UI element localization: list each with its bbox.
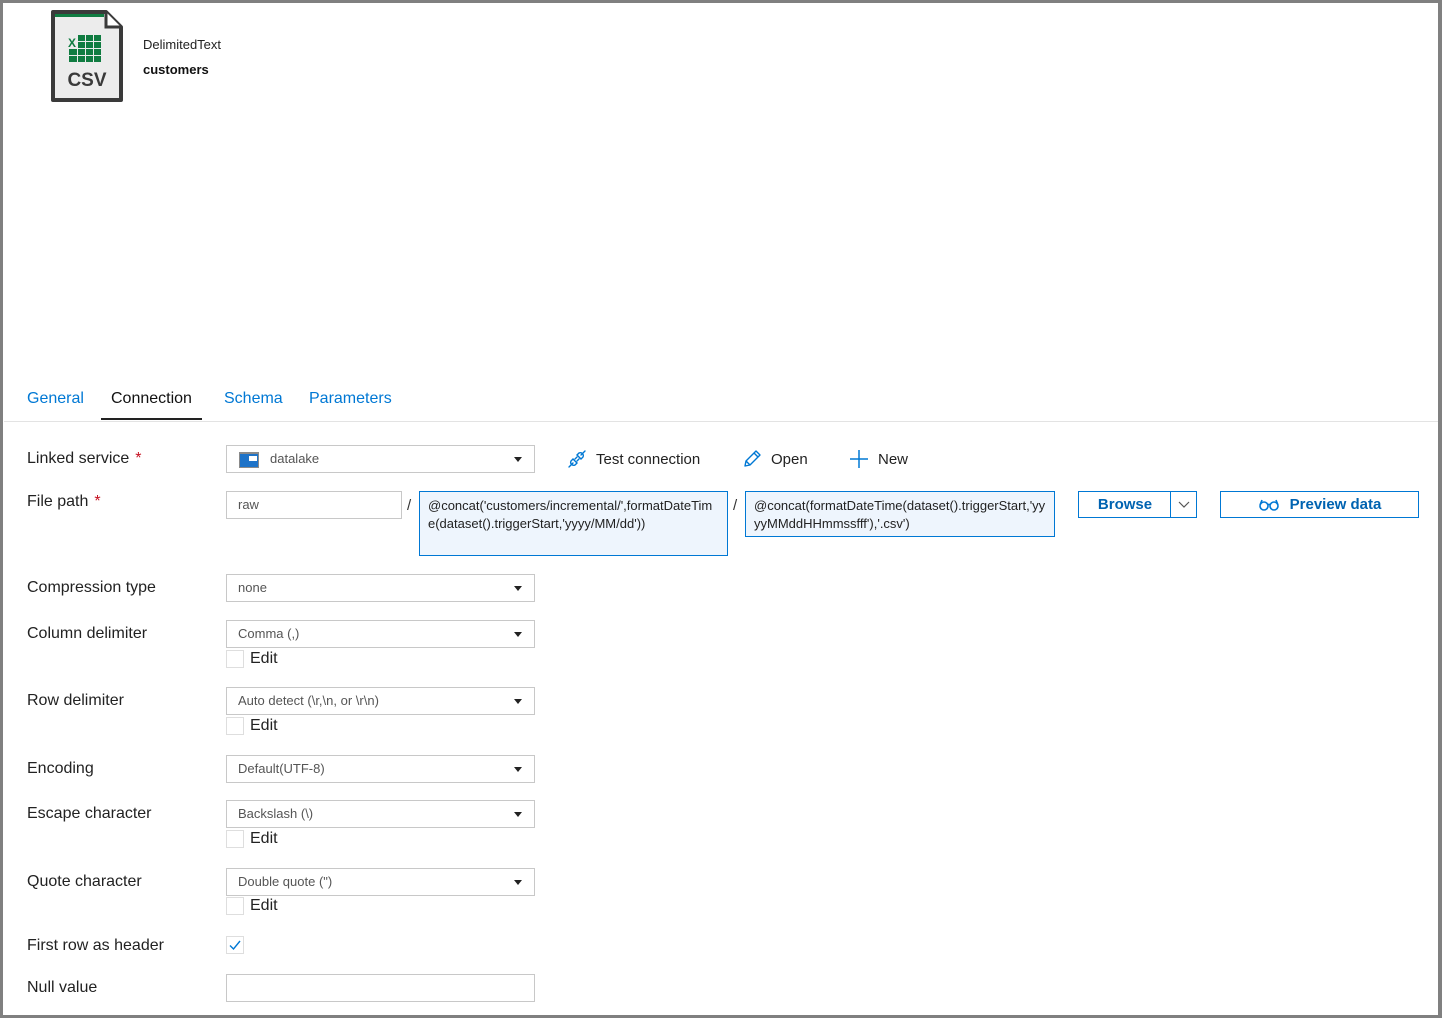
file-path-label: File path * xyxy=(27,493,101,511)
escape-character-label: Escape character xyxy=(27,805,152,822)
null-value-input[interactable] xyxy=(226,974,535,1002)
first-row-header-checkbox[interactable] xyxy=(226,936,244,954)
column-delimiter-label: Column delimiter xyxy=(27,625,148,642)
new-label: New xyxy=(878,450,909,468)
compression-type-value: none xyxy=(238,580,267,595)
tab-general[interactable]: General xyxy=(27,390,84,408)
tab-parameters[interactable]: Parameters xyxy=(309,390,392,408)
null-value-label: Null value xyxy=(27,979,98,996)
row-delimiter-edit-label: Edit xyxy=(250,717,278,734)
row-delimiter-value: Auto detect (\r,\n, or \r\n) xyxy=(238,693,379,708)
row-delimiter-label: Row delimiter xyxy=(27,692,124,709)
chevron-down-icon xyxy=(514,812,522,817)
chevron-down-icon xyxy=(514,767,522,772)
required-mark: * xyxy=(94,493,101,510)
tab-schema[interactable]: Schema xyxy=(224,390,283,408)
column-delimiter-select[interactable]: Comma (,) xyxy=(226,620,535,648)
file-path-container-input[interactable]: raw xyxy=(226,491,402,519)
open-label: Open xyxy=(771,450,808,468)
quote-character-edit-checkbox[interactable] xyxy=(226,897,244,915)
checkmark-icon xyxy=(229,940,241,951)
test-connection-label: Test connection xyxy=(596,450,701,468)
column-delimiter-value: Comma (,) xyxy=(238,626,300,641)
encoding-select[interactable]: Default(UTF-8) xyxy=(226,755,535,783)
pencil-icon xyxy=(744,450,761,467)
file-path-filename-expression[interactable]: @concat(formatDateTime(dataset().trigger… xyxy=(745,491,1055,537)
escape-character-value: Backslash (\) xyxy=(238,806,314,821)
tab-divider xyxy=(4,421,1438,422)
tab-connection[interactable]: Connection xyxy=(101,390,202,420)
encoding-value: Default(UTF-8) xyxy=(238,761,325,776)
quote-character-select[interactable]: Double quote (") xyxy=(226,868,535,896)
required-mark: * xyxy=(135,450,142,467)
quote-character-value: Double quote (") xyxy=(238,874,333,889)
dataset-type: DelimitedText xyxy=(143,37,222,52)
chevron-down-icon xyxy=(514,880,522,885)
linked-service-label: Linked service * xyxy=(27,450,142,468)
encoding-label: Encoding xyxy=(27,760,94,777)
csv-icon-label: CSV xyxy=(67,70,107,91)
column-delimiter-edit-label: Edit xyxy=(250,650,278,667)
plus-icon xyxy=(850,450,868,468)
chevron-down-icon xyxy=(514,457,522,462)
first-row-header-label: First row as header xyxy=(27,937,164,954)
dataset-name: customers xyxy=(143,62,209,77)
linked-service-value: datalake xyxy=(270,451,320,466)
storage-account-icon xyxy=(239,451,259,477)
file-path-directory-expression[interactable]: @concat('customers/incremental/',formatD… xyxy=(419,491,728,556)
path-separator: / xyxy=(733,497,738,514)
open-button[interactable]: Open xyxy=(742,449,808,469)
chevron-down-icon xyxy=(1178,501,1189,508)
chevron-down-icon xyxy=(514,699,522,704)
glasses-icon xyxy=(1258,499,1279,511)
compression-type-label: Compression type xyxy=(27,579,156,596)
csv-file-icon: X CSV xyxy=(50,9,124,103)
escape-character-select[interactable]: Backslash (\) xyxy=(226,800,535,828)
row-delimiter-edit-checkbox[interactable] xyxy=(226,717,244,735)
svg-text:X: X xyxy=(68,36,76,50)
escape-character-edit-label: Edit xyxy=(250,830,278,847)
test-connection-button[interactable]: Test connection xyxy=(567,449,700,469)
row-delimiter-select[interactable]: Auto detect (\r,\n, or \r\n) xyxy=(226,687,535,715)
browse-button[interactable]: Browse xyxy=(1078,491,1171,518)
new-button[interactable]: New xyxy=(849,449,908,469)
linked-service-select[interactable]: datalake xyxy=(226,445,535,473)
compression-type-select[interactable]: none xyxy=(226,574,535,602)
chevron-down-icon xyxy=(514,586,522,591)
preview-data-label: Preview data xyxy=(1289,496,1382,513)
chevron-down-icon xyxy=(514,632,522,637)
preview-data-button[interactable]: Preview data xyxy=(1220,491,1419,518)
file-path-label-text: File path xyxy=(27,493,89,510)
path-separator: / xyxy=(407,497,412,514)
quote-character-label: Quote character xyxy=(27,873,142,890)
browse-options-button[interactable] xyxy=(1170,491,1197,518)
browse-label: Browse xyxy=(1097,496,1153,513)
quote-character-edit-label: Edit xyxy=(250,897,278,914)
escape-character-edit-checkbox[interactable] xyxy=(226,830,244,848)
plug-icon xyxy=(568,450,586,468)
column-delimiter-edit-checkbox[interactable] xyxy=(226,650,244,668)
linked-service-label-text: Linked service xyxy=(27,450,130,467)
